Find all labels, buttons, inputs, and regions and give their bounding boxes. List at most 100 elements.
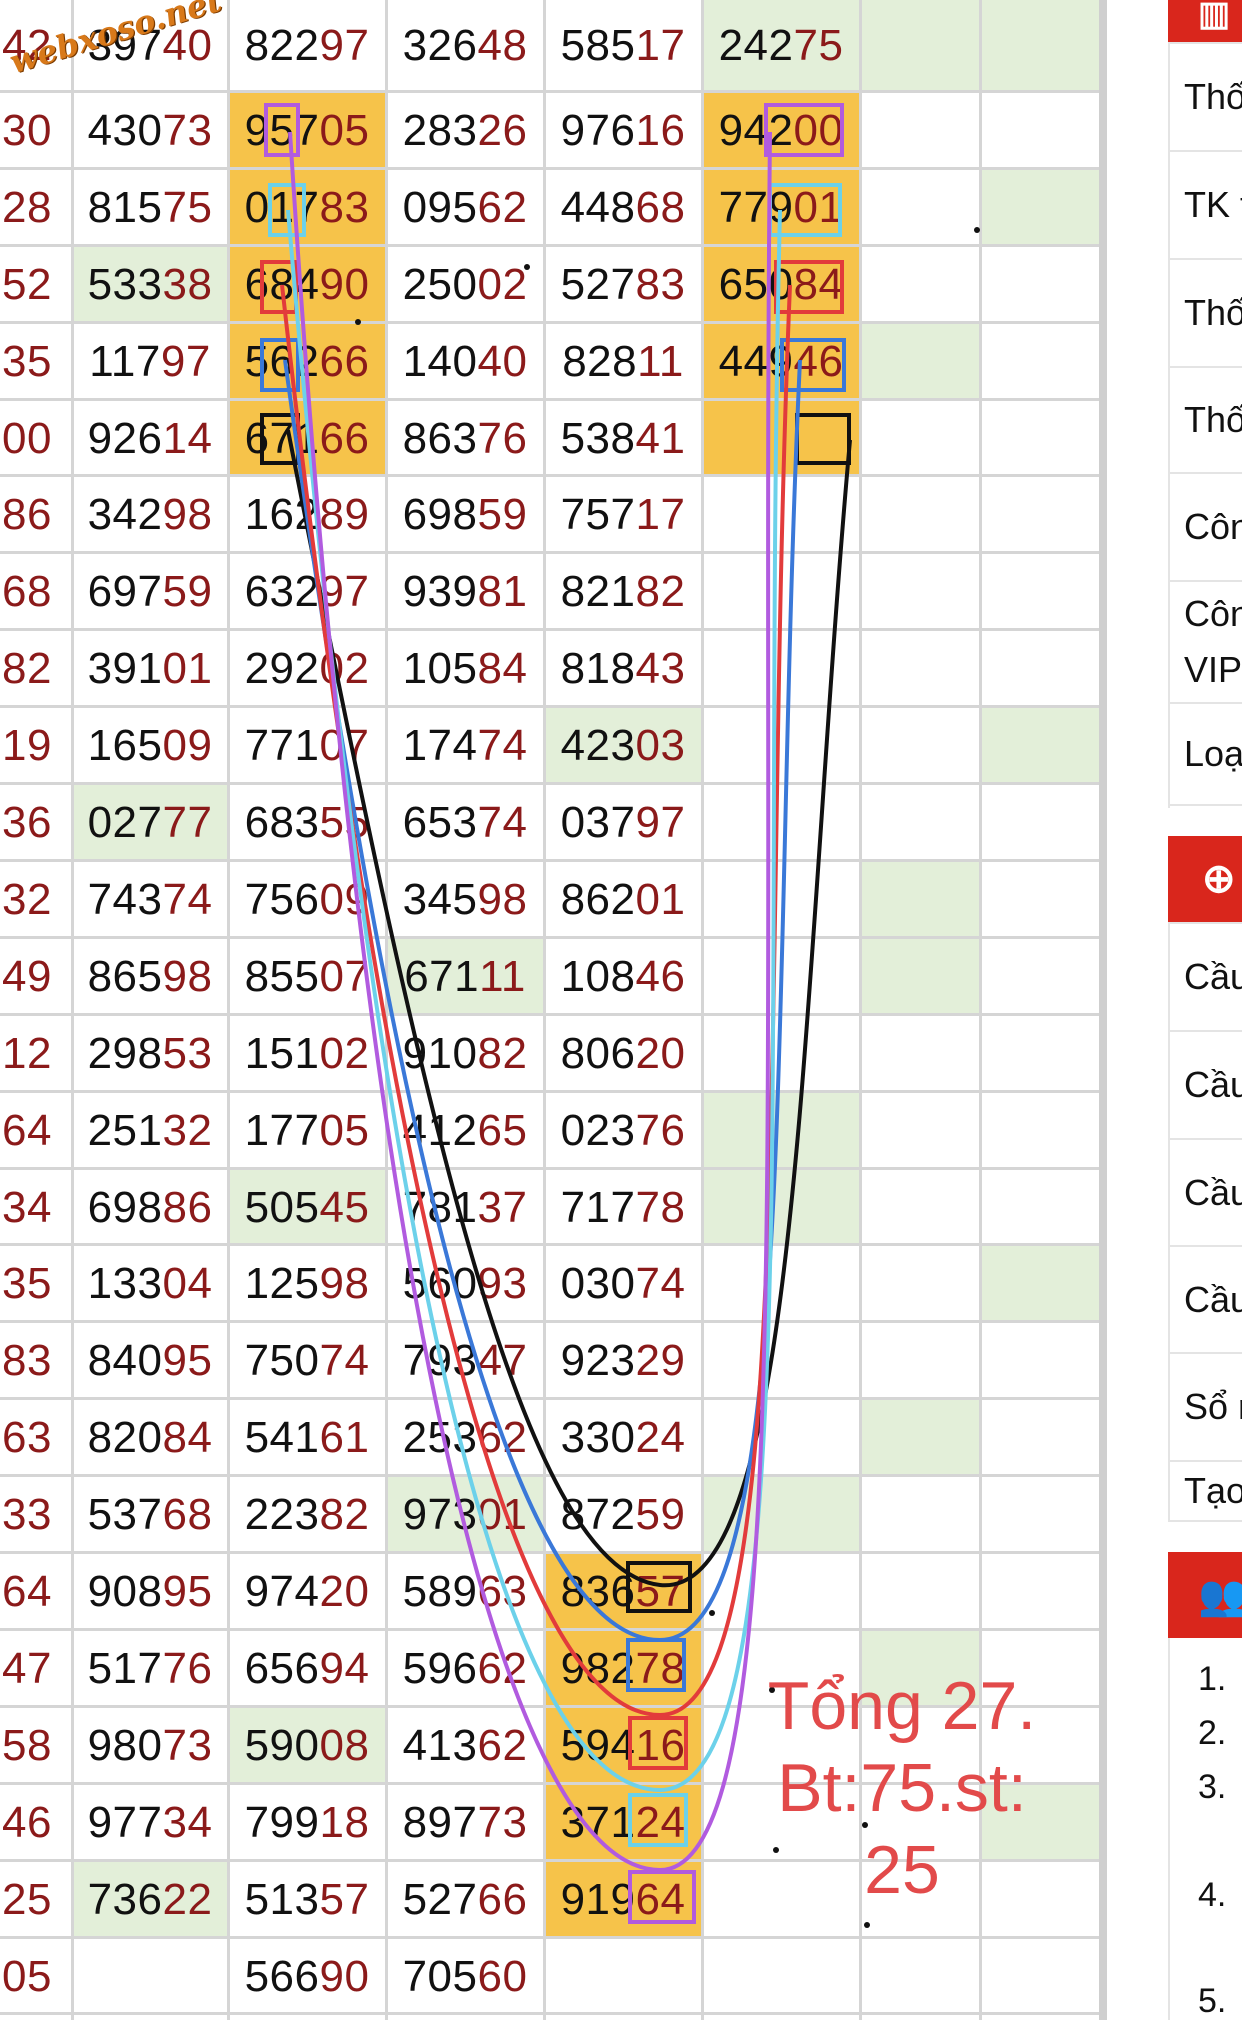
grid-line [701, 0, 704, 2020]
number-head: 650 [718, 259, 794, 309]
sidebar-link-13[interactable]: Tạo [1168, 1460, 1242, 1522]
sidebar-link-3[interactable]: Thố [1168, 258, 1242, 366]
number-head: 030 [560, 1258, 636, 1308]
row-prefix-cell: 46 [2, 1797, 52, 1847]
number-head: 976 [560, 105, 636, 155]
sidebar-link-7[interactable]: Loạ [1168, 702, 1242, 806]
annotation-line-3: 25 [864, 1832, 940, 1908]
row-prefix-cell: 05 [2, 1951, 52, 2001]
sidebar-link-6[interactable]: Côn VIP [1168, 580, 1242, 702]
prize-number-cell [702, 1553, 860, 1630]
sidebar-link-12[interactable]: Sổ r [1168, 1352, 1242, 1460]
row-prefix-cell: 30 [2, 105, 52, 155]
row-prefix-cell: 64 [2, 1566, 52, 1616]
sidebar-link-10[interactable]: Cầu [1168, 1138, 1242, 1245]
number-head: 683 [244, 797, 320, 847]
number-tail: 65 [477, 1105, 528, 1155]
sum-annotation: Tổng 27. Bt:75.st: 25 [752, 1665, 1052, 1911]
number-head: 449 [718, 336, 794, 386]
sidebar-link-8[interactable]: Cầu [1168, 922, 1242, 1030]
sidebar-link-1[interactable]: Thố [1168, 42, 1242, 150]
number-head: 590 [244, 1720, 320, 1770]
number-head: 242 [718, 21, 794, 70]
number-tail: 08 [319, 1720, 370, 1770]
number-head: 756 [244, 874, 320, 924]
prize-number-cell [702, 1399, 860, 1476]
prize-number-cell: 108 46 [544, 938, 702, 1015]
grid-line [0, 321, 1101, 324]
number-tail: 02 [319, 1028, 370, 1078]
number-tail: 00 [793, 105, 844, 155]
number-tail: 73 [477, 1797, 528, 1847]
number-tail: 98 [477, 874, 528, 924]
sidebar-link-4[interactable]: Thố [1168, 366, 1242, 472]
grid-line [0, 628, 1101, 631]
row-prefix-cell: 33 [2, 1489, 52, 1539]
number-tail: 24 [635, 1797, 686, 1847]
prize-number-cell [544, 1938, 702, 2015]
number-tail: 59 [162, 566, 213, 616]
prize-number-cell: 513 57 [228, 1861, 386, 1938]
number-tail: 95 [162, 1566, 213, 1616]
row-prefix-cell: 52 [2, 259, 52, 309]
prize-number-cell: 594 16 [544, 1707, 702, 1784]
prize-number-cell: 855 07 [228, 938, 386, 1015]
cell-background [980, 169, 1101, 246]
prize-number-cell: 828 11 [544, 323, 702, 400]
number-tail: 01 [162, 643, 213, 693]
number-head: 177 [244, 1105, 320, 1155]
prize-number-cell: 117 97 [72, 323, 228, 400]
number-tail: 17 [635, 21, 686, 70]
row-prefix-cell: 82 [2, 643, 52, 693]
prize-number-cell [702, 630, 860, 707]
number-tail: 82 [635, 566, 686, 616]
number-tail: 18 [319, 1797, 370, 1847]
number-head: 697 [87, 566, 163, 616]
number-head: 448 [560, 182, 636, 232]
number-head: 942 [718, 105, 794, 155]
number-tail: 66 [319, 413, 370, 463]
prize-number-cell: 505 45 [228, 1169, 386, 1246]
sidebar-link-2[interactable]: TK t [1168, 150, 1242, 258]
sidebar-link-5[interactable]: Côn [1168, 472, 1242, 580]
number-tail: 73 [162, 1720, 213, 1770]
number-tail: 98 [162, 489, 213, 539]
number-head: 653 [402, 797, 478, 847]
number-tail: 04 [162, 1258, 213, 1308]
number-head: 223 [244, 1489, 320, 1539]
prize-number-cell: 799 18 [228, 1784, 386, 1861]
number-head: 822 [244, 21, 320, 70]
number-head: 505 [244, 1182, 320, 1232]
number-head: 705 [402, 1951, 478, 2001]
number-tail: 61 [319, 1412, 370, 1462]
row-prefix-cell: 58 [2, 1720, 52, 1770]
number-head: 105 [402, 643, 478, 693]
annotation-line-1: Tổng 27. [767, 1668, 1037, 1744]
prize-number-cell: 177 05 [228, 1092, 386, 1169]
number-head: 908 [87, 1566, 163, 1616]
prize-number-cell: 698 59 [386, 476, 544, 553]
number-head: 283 [402, 105, 478, 155]
number-tail: 82 [319, 1489, 370, 1539]
prize-number-cell: 977 34 [72, 1784, 228, 1861]
cell-background [860, 938, 980, 1015]
number-tail: 57 [319, 1874, 370, 1924]
prize-number-cell: 105 84 [386, 630, 544, 707]
sidebar-link-11[interactable]: Cầu [1168, 1245, 1242, 1352]
number-head: 117 [89, 336, 161, 386]
sidebar-link-9[interactable]: Cầu [1168, 1030, 1242, 1138]
grid-line [0, 1090, 1101, 1093]
prize-number-cell: 413 62 [386, 1707, 544, 1784]
number-head: 430 [87, 105, 163, 155]
number-head: 125 [244, 1258, 320, 1308]
number-head: 872 [560, 1489, 636, 1539]
number-tail: 46 [793, 336, 844, 386]
users-icon: 👥 [1198, 1574, 1242, 1618]
number-tail: 32 [162, 1105, 213, 1155]
number-tail: 02 [477, 259, 528, 309]
members-panel-header: 👥 [1168, 1552, 1242, 1638]
prize-number-cell: 342 98 [72, 476, 228, 553]
prize-number-cell: 957 05 [228, 92, 386, 169]
grid-line [0, 2012, 1101, 2015]
cell-background [860, 0, 980, 92]
